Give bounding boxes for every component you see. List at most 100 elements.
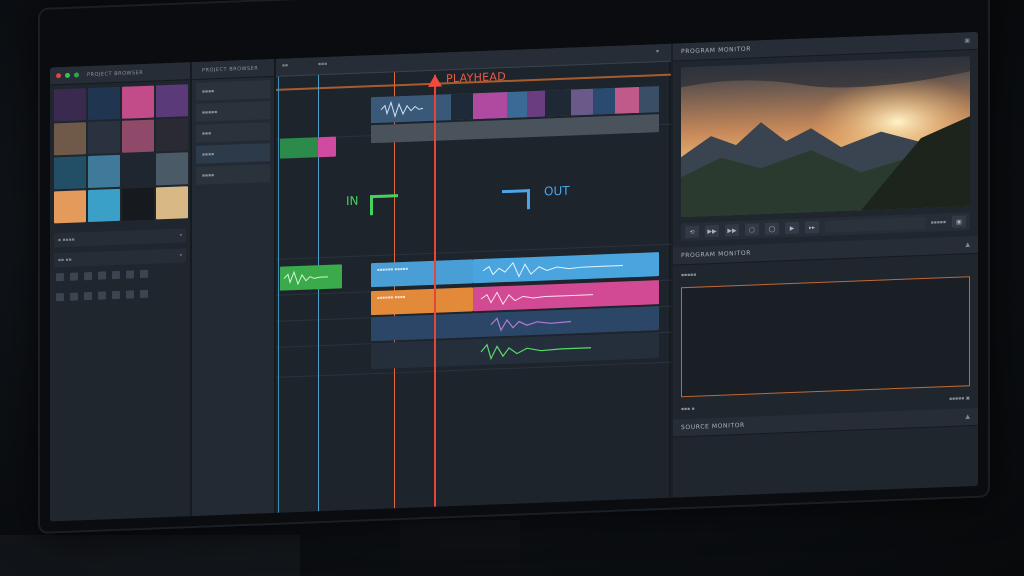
media-thumbnail[interactable]	[54, 190, 86, 224]
media-browser-panel: PROJECT BROWSER ▪ ▪▪▪▪ ▾ ▪▪ ▪▪ ▾	[50, 62, 192, 522]
in-point-bracket-icon[interactable]	[370, 194, 398, 216]
second-monitor-viewport[interactable]	[681, 276, 970, 398]
skip-end-icon[interactable]: ▸▸	[805, 220, 819, 234]
playhead-marker-icon[interactable]	[428, 74, 442, 88]
bin-item-selected[interactable]: ▪▪▪▪	[196, 143, 270, 164]
media-thumbnail[interactable]	[122, 85, 154, 119]
media-thumbnail[interactable]	[88, 86, 120, 121]
audio-clip-blue[interactable]: ▪▪▪▪▪▪ ▪▪▪▪▪	[371, 259, 473, 288]
thumbnail-grid	[50, 80, 190, 227]
sub-menu-icon: ▪ ▪▪▪▪	[58, 237, 75, 243]
tool-icon[interactable]	[84, 271, 92, 281]
tool-icon[interactable]	[140, 269, 148, 279]
bin-item[interactable]: ▪▪▪	[196, 122, 270, 143]
sub-menu-icon: ▪▪ ▪▪	[58, 257, 72, 263]
monitor-stand	[400, 520, 520, 576]
in-point-label: IN	[346, 193, 359, 209]
timecode-field[interactable]	[825, 216, 925, 233]
monitor-bezel: PROJECT BROWSER ▪ ▪▪▪▪ ▾ ▪▪ ▪▪ ▾ PROJECT…	[38, 0, 990, 534]
ruler-tick-mark: ▪▪	[282, 63, 289, 69]
media-thumbnail[interactable]	[88, 188, 120, 223]
project-bin-header: PROJECT BROWSER	[192, 58, 274, 81]
clip-name-label: ▪▪▪▪▪▪ ▪▪▪▪▪	[377, 265, 409, 272]
step-forward-icon[interactable]: ▶▶	[725, 224, 739, 237]
bin-item[interactable]: ▪▪▪▪▪	[196, 101, 270, 122]
tool-icon[interactable]	[56, 273, 64, 282]
tool-icon[interactable]	[112, 290, 120, 300]
chevron-down-icon[interactable]: ▾	[180, 233, 182, 238]
media-thumbnail[interactable]	[54, 88, 86, 122]
audio-waveform	[283, 270, 328, 286]
media-thumbnail[interactable]	[156, 186, 188, 220]
media-thumbnail[interactable]	[122, 187, 154, 221]
tool-icon[interactable]	[56, 293, 64, 302]
program-monitor-title: PROGRAM MONITOR	[681, 45, 751, 56]
audio-clip-green[interactable]	[280, 264, 342, 291]
media-thumbnail[interactable]	[88, 120, 120, 155]
settings-icon[interactable]: ▣	[952, 215, 966, 228]
playback-buttons[interactable]: ▪▪▪ ▪	[681, 406, 695, 412]
out-point-bracket-icon[interactable]	[502, 189, 530, 211]
video-clip-green-small[interactable]	[280, 137, 318, 159]
timecode-small: ▪▪▪▪▪	[681, 272, 697, 278]
media-thumbnail[interactable]	[122, 153, 154, 187]
desk-surface	[0, 535, 300, 576]
out-point-label: OUT	[544, 183, 570, 199]
tool-icon[interactable]	[126, 270, 134, 279]
tool-icon[interactable]	[126, 290, 134, 299]
chevron-up-icon[interactable]: ▲	[965, 413, 970, 420]
scene-background: PROJECT BROWSER ▪ ▪▪▪▪ ▾ ▪▪ ▪▪ ▾ PROJECT…	[0, 0, 1024, 576]
media-thumbnail[interactable]	[156, 152, 188, 186]
in-point-guide	[278, 76, 279, 513]
settings-icon[interactable]: ▪▪▪▪▪ ▣	[949, 396, 970, 402]
media-thumbnail[interactable]	[156, 118, 188, 152]
mountain-sunset-image	[681, 56, 970, 218]
second-monitor-title: PROGRAM MONITOR	[681, 249, 751, 260]
media-browser-title: PROJECT BROWSER	[87, 69, 144, 78]
chevron-up-icon[interactable]: ▲	[965, 241, 970, 248]
playhead-label: PLAYHEAD	[446, 70, 507, 86]
audio-waveform	[482, 261, 623, 278]
audio-clip-blue-long[interactable]	[473, 252, 659, 284]
ruler-tick-mark: ▪▪▪	[318, 61, 328, 68]
fast-forward-icon[interactable]: ▶▶	[705, 224, 719, 238]
editor-screen: PROJECT BROWSER ▪ ▪▪▪▪ ▾ ▪▪ ▪▪ ▾ PROJECT…	[50, 31, 978, 522]
media-thumbnail[interactable]	[54, 122, 86, 156]
tool-row-2	[50, 282, 190, 307]
browser-subheader-1[interactable]: ▪ ▪▪▪▪ ▾	[54, 228, 186, 248]
tool-icon[interactable]	[140, 289, 148, 299]
tool-icon[interactable]	[98, 291, 106, 300]
source-monitor-title: SOURCE MONITOR	[681, 421, 745, 432]
loop-icon[interactable]: ⟲	[685, 225, 699, 239]
audio-clip-orange[interactable]: ▪▪▪▪▪▪ ▪▪▪▪	[371, 287, 473, 316]
project-bin-title: PROJECT BROWSER	[202, 65, 259, 74]
stop-icon[interactable]: ▢	[745, 223, 759, 236]
record-icon[interactable]: ◯	[765, 222, 779, 236]
bin-item[interactable]: ▪▪▪▪	[196, 80, 270, 101]
project-bin-panel: PROJECT BROWSER ▪▪▪▪ ▪▪▪▪▪ ▪▪▪ ▪▪▪▪ ▪▪▪▪	[192, 58, 276, 517]
play-icon[interactable]: ▶	[785, 221, 799, 235]
close-window-dot-icon[interactable]	[56, 73, 61, 79]
timeline-panel[interactable]: ▪▪ ▪▪▪ ▪ IN OUT ▪▪▪▪▪▪ ▪▪▪▪▪ ▪▪▪▪▪▪ ▪▪▪▪…	[276, 43, 671, 513]
zoom-window-dot-icon[interactable]	[65, 72, 70, 78]
panel-menu-icon[interactable]: ▣	[964, 37, 970, 44]
bin-item[interactable]: ▪▪▪▪	[196, 164, 270, 185]
zoom-dropdown[interactable]: ▪▪▪▪▪	[931, 220, 946, 226]
tool-icon[interactable]	[98, 271, 106, 280]
video-clip-pink-small[interactable]	[318, 136, 336, 158]
chevron-down-icon[interactable]: ▾	[180, 253, 182, 258]
monitor-panel: PROGRAM MONITOR ▣ ⟲ ▶▶ ▶▶ ▢ ◯ ▶ ▸▸ ▪▪▪▪▪…	[673, 31, 978, 498]
minimize-window-dot-icon[interactable]	[74, 72, 79, 78]
media-thumbnail[interactable]	[156, 84, 188, 118]
tool-icon[interactable]	[84, 291, 92, 301]
program-preview[interactable]	[681, 56, 970, 218]
media-thumbnail[interactable]	[88, 154, 120, 189]
tool-icon[interactable]	[70, 272, 78, 281]
tool-icon[interactable]	[70, 292, 78, 301]
media-thumbnail[interactable]	[122, 119, 154, 153]
tool-icon[interactable]	[112, 270, 120, 280]
ruler-tick-mark: ▪	[656, 49, 660, 55]
clip-name-label: ▪▪▪▪▪▪ ▪▪▪▪	[377, 293, 406, 300]
playhead-line[interactable]	[434, 74, 436, 507]
media-thumbnail[interactable]	[54, 156, 86, 190]
